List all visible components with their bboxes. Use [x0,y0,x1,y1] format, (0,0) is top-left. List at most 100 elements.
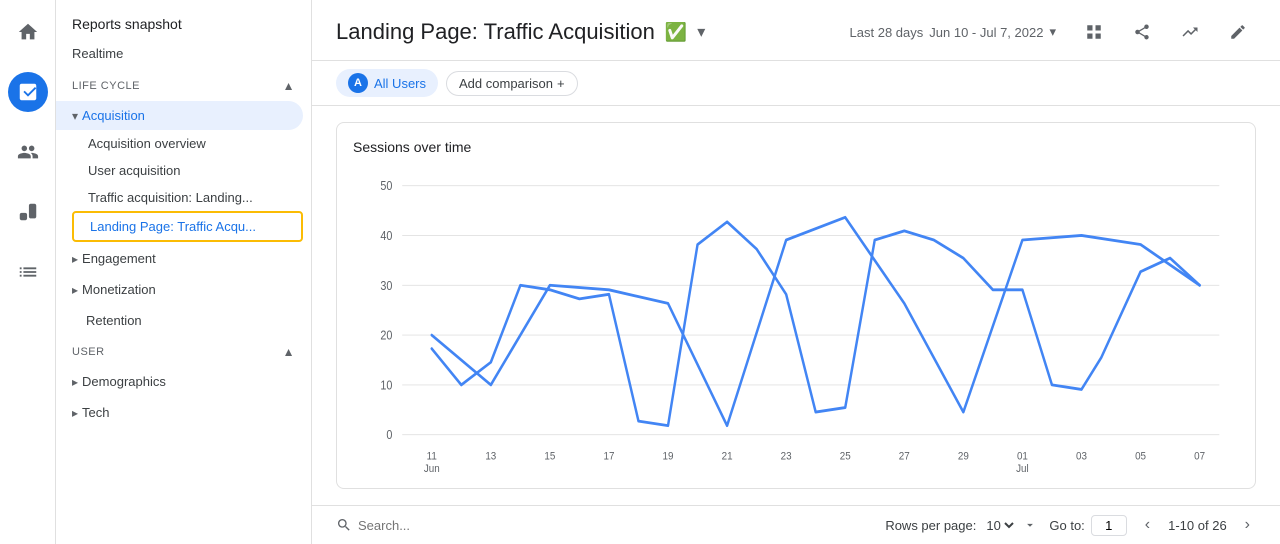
sessions-chart-svg: 0 10 20 30 40 50 11 Jun 13 15 17 19 21 2… [353,163,1239,480]
page-title: Landing Page: Traffic Acquisition [336,19,655,45]
date-dropdown-icon: ▾ [1049,24,1056,40]
chart-svg-wrap: 0 10 20 30 40 50 11 Jun 13 15 17 19 21 2… [353,163,1239,480]
date-range-value: Jun 10 - Jul 7, 2022 [929,25,1043,40]
svg-text:01: 01 [1017,450,1028,463]
svg-text:13: 13 [485,450,496,463]
monetization-header[interactable]: ▸ Monetization [56,275,311,304]
insights-btn[interactable] [1172,14,1208,50]
prev-page-btn[interactable]: ‹ [1139,514,1156,536]
chart-area: Sessions over time 0 10 20 30 40 50 [312,106,1280,505]
goto-input[interactable] [1091,515,1127,536]
tech-chevron: ▸ [72,406,78,420]
lifecycle-section: Life cycle ▲ [56,71,311,101]
tech-header[interactable]: ▸ Tech [56,398,311,427]
acquisition-overview-item[interactable]: Acquisition overview [72,130,303,157]
acquisition-label: Acquisition [82,108,145,123]
svg-text:40: 40 [380,229,393,243]
landing-page-traffic-item[interactable]: Landing Page: Traffic Acqu... [72,211,303,242]
tech-label: Tech [82,405,109,420]
all-users-chip[interactable]: A All Users [336,69,438,97]
acquisition-children: Acquisition overview User acquisition Tr… [56,130,311,242]
add-comparison-label: Add comparison [459,76,553,91]
search-input[interactable] [358,518,538,533]
retention-label: Retention [72,313,142,328]
demographics-label: Demographics [82,374,166,389]
retention-header[interactable]: Retention [56,306,311,335]
acquisition-chevron: ▾ [72,109,78,123]
pagination-info: 1-10 of 26 [1168,518,1227,533]
rows-per-page-select[interactable]: 10 25 50 [982,517,1017,534]
engagement-chevron: ▸ [72,252,78,266]
sessions-line [432,217,1200,425]
traffic-acquisition-item[interactable]: Traffic acquisition: Landing... [72,184,303,211]
lifecycle-chevron: ▲ [283,79,295,93]
demographics-group: ▸ Demographics [56,367,311,396]
search-box [336,517,538,533]
status-check-icon: ✅ [665,22,687,43]
svg-text:29: 29 [958,450,969,463]
tech-group: ▸ Tech [56,398,311,427]
chart-title: Sessions over time [353,139,1239,155]
home-icon[interactable] [8,12,48,52]
monetization-label: Monetization [82,282,156,297]
reports-icon[interactable] [8,252,48,292]
engagement-header[interactable]: ▸ Engagement [56,244,311,273]
search-icon [336,517,352,533]
reports-snapshot-label[interactable]: Reports snapshot [56,0,311,40]
acquisition-group: ▾ Acquisition Acquisition overview User … [56,101,311,242]
svg-text:07: 07 [1194,450,1205,463]
icon-sidebar [0,0,56,544]
svg-text:03: 03 [1076,450,1087,463]
share-btn[interactable] [1124,14,1160,50]
all-users-avatar: A [348,73,368,93]
svg-text:21: 21 [722,450,733,463]
customize-btn[interactable] [1076,14,1112,50]
retention-group: Retention [56,306,311,335]
add-comparison-btn[interactable]: Add comparison + [446,71,578,96]
svg-text:0: 0 [386,429,392,443]
date-range-selector[interactable]: Last 28 days Jun 10 - Jul 7, 2022 ▾ [842,20,1064,44]
analytics-icon[interactable] [8,72,48,112]
title-dropdown-btn[interactable]: ▾ [697,22,705,42]
svg-text:Jul: Jul [1016,462,1029,475]
demographics-header[interactable]: ▸ Demographics [56,367,311,396]
svg-text:10: 10 [380,379,393,393]
add-comparison-plus-icon: + [557,76,565,91]
sessions-line-detail [432,222,1200,426]
chart-container: Sessions over time 0 10 20 30 40 50 [336,122,1256,489]
svg-text:23: 23 [781,450,792,463]
realtime-nav-item[interactable]: Realtime [56,40,311,67]
edit-btn[interactable] [1220,14,1256,50]
user-chevron: ▲ [283,345,295,359]
svg-text:17: 17 [603,450,614,463]
svg-text:27: 27 [899,450,910,463]
svg-text:30: 30 [380,279,393,293]
svg-text:05: 05 [1135,450,1146,463]
rows-per-page: Rows per page: 10 25 50 [885,517,1037,534]
main-content: Landing Page: Traffic Acquisition ✅ ▾ La… [312,0,1280,544]
rows-dropdown-icon [1023,518,1037,532]
next-page-btn[interactable]: › [1239,514,1256,536]
demographics-chevron: ▸ [72,375,78,389]
user-acquisition-item[interactable]: User acquisition [72,157,303,184]
insights-icon[interactable] [8,192,48,232]
svg-text:50: 50 [380,179,393,193]
goto-section: Go to: [1049,515,1126,536]
bottom-bar: Rows per page: 10 25 50 Go to: ‹ 1-10 of… [312,505,1280,544]
goto-label: Go to: [1049,518,1084,533]
left-nav: Reports snapshot Realtime Life cycle ▲ ▾… [56,0,312,544]
bottom-right: Rows per page: 10 25 50 Go to: ‹ 1-10 of… [885,514,1256,536]
svg-text:19: 19 [663,450,674,463]
monetization-group: ▸ Monetization [56,275,311,304]
main-header: Landing Page: Traffic Acquisition ✅ ▾ La… [312,0,1280,61]
date-label: Last 28 days [850,25,924,40]
svg-text:15: 15 [544,450,555,463]
filter-bar: A All Users Add comparison + [312,61,1280,106]
rows-per-page-label: Rows per page: [885,518,976,533]
svg-text:20: 20 [380,329,393,343]
all-users-label: All Users [374,76,426,91]
acquisition-header[interactable]: ▾ Acquisition [56,101,303,130]
engagement-label: Engagement [82,251,156,266]
audience-icon[interactable] [8,132,48,172]
svg-text:Jun: Jun [424,462,440,475]
